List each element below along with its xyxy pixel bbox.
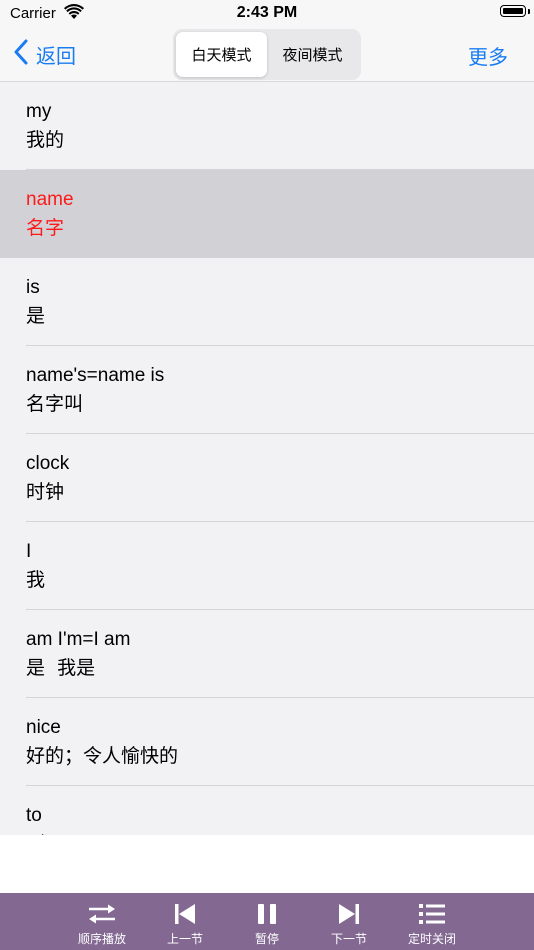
back-button[interactable]: 返回: [14, 38, 76, 70]
list-item[interactable]: I 我: [0, 522, 534, 610]
word-english: nice: [26, 717, 61, 738]
word-english: name's=name is: [26, 365, 165, 386]
word-chinese: 我的: [26, 129, 65, 151]
list-item[interactable]: my 我的: [0, 82, 534, 170]
battery-tip: [528, 9, 530, 14]
word-english: I: [26, 541, 32, 562]
more-button[interactable]: 更多: [468, 41, 508, 70]
word-english: to: [26, 805, 42, 826]
sequential-play-icon: [87, 903, 117, 929]
word-chinese: 时钟: [26, 481, 65, 503]
word-english: am I'm=I am: [26, 629, 131, 650]
content-spacer: [0, 835, 534, 893]
word-chinese: 我: [26, 569, 46, 591]
sequential-play-button[interactable]: 顺序播放: [62, 893, 142, 950]
segment-night-mode[interactable]: 夜间模式: [267, 32, 358, 77]
timer-close-label: 定时关闭: [407, 932, 456, 946]
word-chinese: 好的；令人愉快的: [26, 745, 179, 767]
word-english: name: [26, 189, 74, 210]
next-section-label: 下一节: [330, 932, 367, 946]
word-english: clock: [26, 453, 70, 474]
previous-section-icon: [174, 903, 196, 929]
word-chinese: 名字: [26, 217, 65, 239]
word-english: my: [26, 101, 52, 122]
next-section-icon: [338, 903, 360, 929]
word-chinese: 是 我是: [26, 657, 96, 679]
list-item-selected[interactable]: name 名字: [0, 170, 534, 258]
segment-day-mode[interactable]: 白天模式: [176, 32, 267, 77]
mode-segmented-control: 白天模式 夜间模式: [173, 29, 361, 80]
status-bar: Carrier 2:43 PM: [0, 0, 534, 28]
timer-list-icon: [419, 903, 445, 929]
word-chinese: 是: [26, 305, 46, 327]
list-item[interactable]: am I'm=I am 是 我是: [0, 610, 534, 698]
list-item[interactable]: nice 好的；令人愉快的: [0, 698, 534, 786]
word-chinese: 名字叫: [26, 393, 84, 415]
previous-section-button[interactable]: 上一节: [145, 893, 225, 950]
next-section-button[interactable]: 下一节: [309, 893, 389, 950]
back-label: 返回: [36, 43, 76, 68]
word-english: is: [26, 277, 40, 298]
clock-time: 2:43 PM: [236, 4, 298, 21]
pause-icon: [256, 903, 278, 929]
timer-close-button[interactable]: 定时关闭: [392, 893, 472, 950]
battery-icon: [500, 5, 526, 17]
list-item[interactable]: name's=name is 名字叫: [0, 346, 534, 434]
list-item[interactable]: clock 时钟: [0, 434, 534, 522]
pause-button[interactable]: 暂停: [227, 893, 307, 950]
playback-toolbar: 顺序播放 上一节 暂停 下一节 定时关闭: [0, 893, 534, 950]
navigation-bar: 返回 白天模式 夜间模式 更多: [0, 28, 534, 82]
list-item[interactable]: is 是: [0, 258, 534, 346]
sequential-play-label: 顺序播放: [77, 932, 126, 946]
previous-section-label: 上一节: [166, 932, 203, 946]
chevron-left-icon: [14, 39, 28, 69]
list-item[interactable]: to 到: [0, 786, 534, 835]
pause-label: 暂停: [254, 932, 279, 946]
word-list[interactable]: my 我的 name 名字 is 是 name's=name is 名字叫 cl…: [0, 82, 534, 835]
